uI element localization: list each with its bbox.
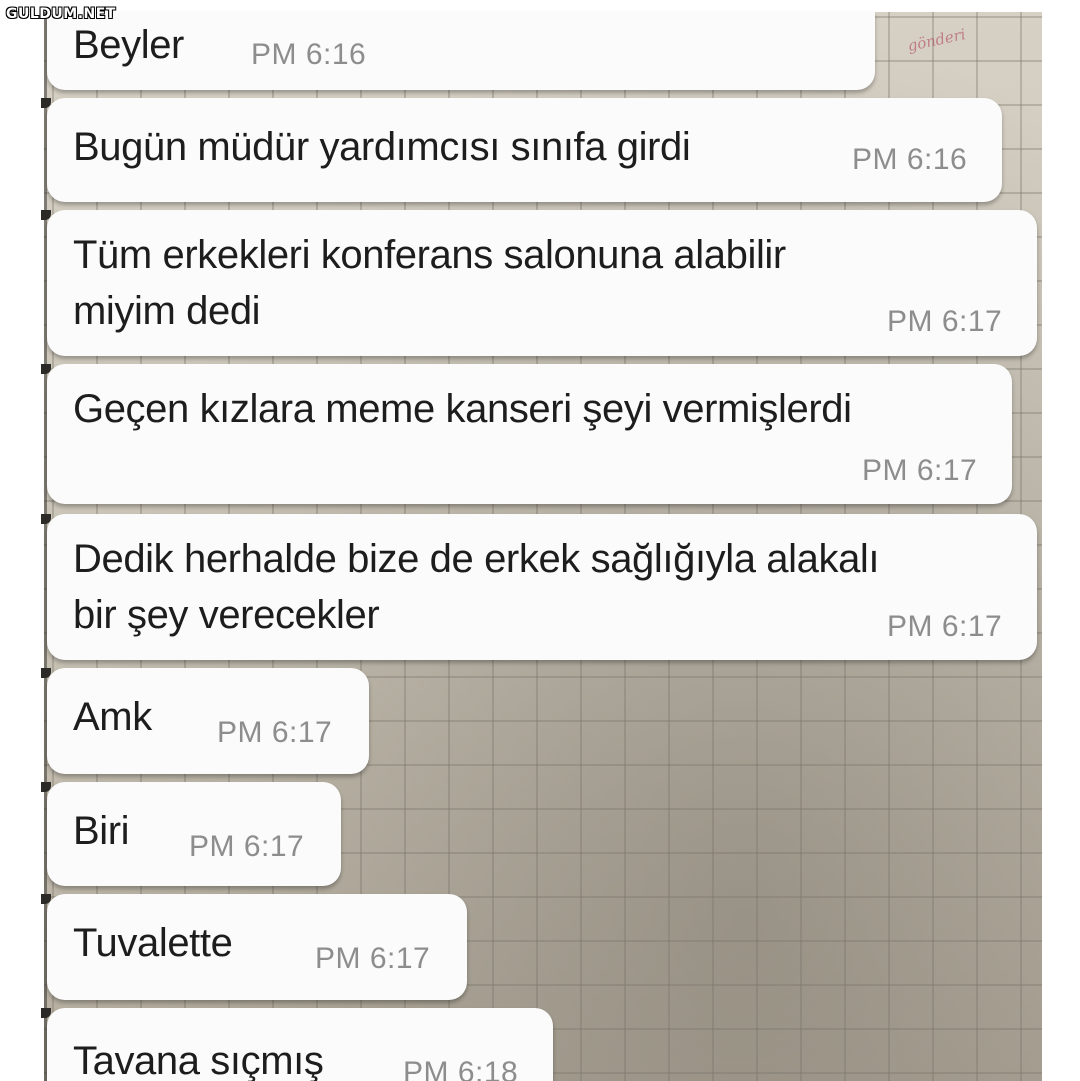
- message-bubble[interactable]: Tuvalette PM 6:17: [41, 894, 467, 1000]
- message-text-line: bir şey verecekler: [73, 593, 380, 637]
- message-time: PM 6:18: [403, 1056, 519, 1081]
- message-text: Tuvalette: [73, 921, 233, 965]
- message-bubble[interactable]: Bugün müdür yardımcısı sınıfa girdi PM 6…: [41, 98, 1002, 202]
- message-bubble[interactable]: Tavana sıçmış PM 6:18: [41, 1008, 553, 1081]
- message-bubble[interactable]: Beyler PM 6:16: [47, 12, 875, 90]
- message-text-line: miyim dedi: [73, 289, 261, 333]
- message-bubble[interactable]: Dedik herhalde bize de erkek sağlığıyla …: [41, 514, 1037, 660]
- message-time: PM 6:16: [852, 143, 968, 176]
- bubble-tail: [41, 782, 51, 792]
- bubble-tail: [41, 1008, 51, 1018]
- screenshot-frame: GULDUM.NET gönderi Beyler PM 6:16 Bugün …: [0, 0, 1080, 1081]
- bubble-tail: [41, 364, 51, 374]
- message-text: Beyler: [73, 23, 184, 67]
- message-time: PM 6:16: [251, 38, 367, 71]
- message-text: Bugün müdür yardımcısı sınıfa girdi: [73, 125, 691, 169]
- bubble-tail: [41, 894, 51, 904]
- message-text: Geçen kızlara meme kanseri şeyi vermişle…: [73, 387, 852, 431]
- message-bubble[interactable]: Biri PM 6:17: [41, 782, 341, 886]
- message-text: Biri: [73, 809, 130, 853]
- bubble-tail: [41, 668, 51, 678]
- message-time: PM 6:17: [189, 830, 305, 863]
- message-time: PM 6:17: [315, 942, 431, 975]
- message-time: PM 6:17: [887, 610, 1003, 643]
- bubble-tail: [41, 98, 51, 108]
- message-text-line: Tüm erkekleri konferans salonuna alabili…: [73, 233, 786, 277]
- message-time: PM 6:17: [862, 454, 978, 487]
- message-text-line: Dedik herhalde bize de erkek sağlığıyla …: [73, 537, 880, 581]
- message-text: Amk: [73, 695, 152, 739]
- bubble-tail: [41, 514, 51, 524]
- message-bubble[interactable]: Geçen kızlara meme kanseri şeyi vermişle…: [41, 364, 1012, 504]
- bubble-tail: [41, 210, 51, 220]
- message-bubble[interactable]: Amk PM 6:17: [41, 668, 369, 774]
- message-time: PM 6:17: [887, 305, 1003, 338]
- message-bubble[interactable]: Tüm erkekleri konferans salonuna alabili…: [41, 210, 1037, 356]
- message-time: PM 6:17: [217, 716, 333, 749]
- message-text: Tavana sıçmış: [73, 1039, 324, 1081]
- watermark-logo: GULDUM.NET: [6, 6, 116, 22]
